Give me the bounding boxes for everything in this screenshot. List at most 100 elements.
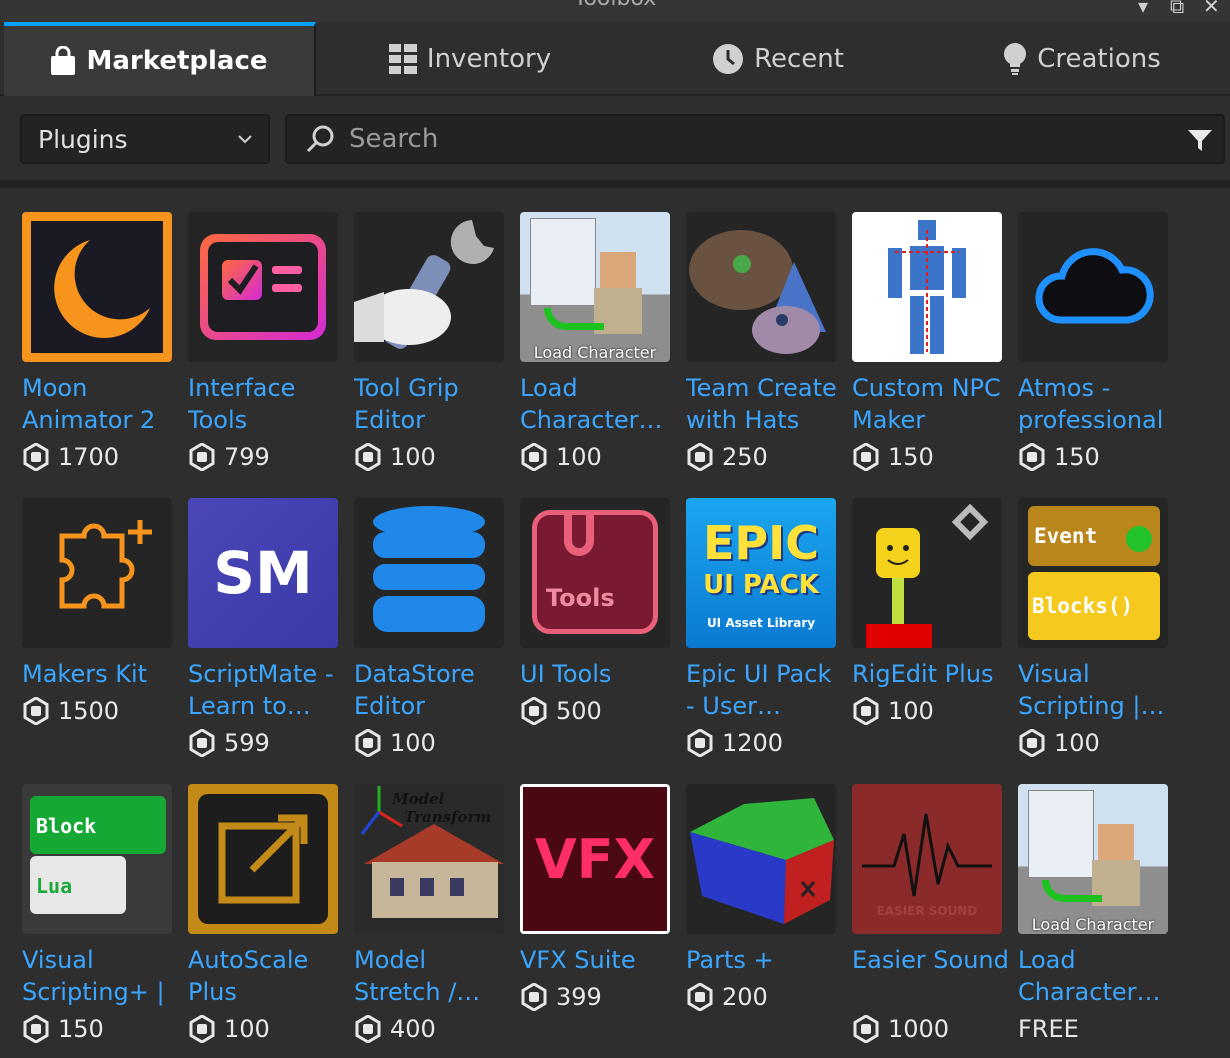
asset-tile[interactable]: EPIC UI PACK UI Asset Library Epic UI Pa… — [686, 498, 846, 758]
asset-name[interactable]: Atmos - professional — [1018, 372, 1176, 436]
asset-name[interactable]: Model Stretch /… — [354, 944, 512, 1008]
asset-price: FREE — [1018, 1014, 1178, 1044]
price-value: 100 — [390, 729, 436, 757]
asset-tile[interactable]: Interface Tools 799 — [188, 212, 348, 472]
tab-inventory[interactable]: Inventory — [318, 22, 622, 96]
asset-name[interactable]: Custom NPC Maker — [852, 372, 1010, 436]
popout-icon[interactable]: ⧉ — [1170, 0, 1184, 18]
asset-tile[interactable]: EASIER SOUND Easier Sound 1000 — [852, 784, 1012, 1044]
asset-price: 799 — [188, 442, 348, 472]
asset-name[interactable]: Moon Animator 2 — [22, 372, 180, 436]
dropdown-arrow-icon[interactable]: ▾ — [1138, 0, 1148, 18]
asset-price: 1500 — [22, 696, 182, 726]
robux-icon — [521, 697, 547, 725]
asset-price: 1000 — [852, 1014, 1012, 1044]
asset-tile[interactable]: Load Character Load Character… FREE — [1018, 784, 1178, 1044]
asset-tile[interactable]: Team Create with Hats 250 — [686, 212, 846, 472]
asset-name[interactable]: DataStore Editor — [354, 658, 512, 722]
tab-label: Inventory — [426, 44, 552, 74]
robux-icon — [687, 729, 713, 757]
asset-price: 200 — [686, 982, 846, 1012]
price-value: 1500 — [58, 697, 120, 725]
close-icon[interactable]: ✕ — [1203, 0, 1220, 18]
asset-name[interactable]: VFX Suite — [520, 944, 678, 976]
asset-tile[interactable]: Custom NPC Maker 150 — [852, 212, 1012, 472]
asset-price: 100 — [354, 728, 514, 758]
asset-name[interactable]: Load Character… — [520, 372, 678, 436]
asset-name[interactable]: ScriptMate - Learn to… — [188, 658, 346, 722]
asset-tile[interactable]: Parts + 200 — [686, 784, 846, 1012]
asset-name[interactable]: Easier Sound — [852, 944, 1010, 1008]
robux-icon — [853, 1015, 879, 1043]
category-selected: Plugins — [38, 124, 128, 154]
event-thumb-text: Event — [1034, 524, 1098, 548]
asset-name[interactable]: Epic UI Pack - User… — [686, 658, 844, 722]
asset-name[interactable]: Tool Grip Editor — [354, 372, 512, 436]
asset-price: 100 — [188, 1014, 348, 1044]
results-grid: Moon Animator 2 1700 Interface Tools 799 Too… — [0, 188, 1230, 1058]
price-value: 100 — [390, 443, 436, 471]
asset-tile[interactable]: VFX VFX Suite 399 — [520, 784, 680, 1012]
category-dropdown[interactable]: Plugins — [20, 114, 270, 164]
asset-tile[interactable]: Event Blocks() Visual Scripting |… 100 — [1018, 498, 1178, 758]
tab-bar: Marketplace Inventory Recent Creations — [0, 22, 1230, 96]
tab-marketplace[interactable]: Marketplace — [4, 22, 316, 96]
asset-name[interactable]: UI Tools — [520, 658, 678, 690]
asset-tile[interactable]: Tool Grip Editor 100 — [354, 212, 514, 472]
asset-name[interactable]: Visual Scripting |… — [1018, 658, 1176, 722]
asset-tile[interactable]: SM ScriptMate - Learn to… 599 — [188, 498, 348, 758]
asset-name[interactable]: RigEdit Plus — [852, 658, 1010, 690]
asset-name[interactable]: Load Character… — [1018, 944, 1176, 1008]
asset-name[interactable]: AutoScale Plus — [188, 944, 346, 1008]
robux-icon — [687, 983, 713, 1011]
robux-icon — [521, 443, 547, 471]
asset-tile[interactable]: DataStore Editor 100 — [354, 498, 514, 758]
transform-thumb-text: Transform — [404, 808, 492, 826]
asset-tile[interactable]: Tools UI Tools 500 — [520, 498, 680, 726]
asset-thumbnail — [852, 212, 1002, 362]
asset-tile[interactable]: Moon Animator 2 1700 — [22, 212, 182, 472]
asset-thumbnail — [22, 212, 172, 362]
robux-icon — [355, 443, 381, 471]
tab-creations[interactable]: Creations — [934, 22, 1230, 96]
asset-tile[interactable]: Load Character Load Character… 100 — [520, 212, 680, 472]
price-value: 500 — [556, 697, 602, 725]
asset-tile[interactable]: Block Lua Visual Scripting+ | 150 — [22, 784, 182, 1044]
tab-recent[interactable]: Recent — [622, 22, 934, 96]
filter-icon[interactable] — [1187, 128, 1213, 154]
asset-thumbnail: Event Blocks() — [1018, 498, 1168, 648]
asset-thumbnail: Tools — [520, 498, 670, 648]
search-input[interactable] — [349, 124, 1149, 154]
asset-tile[interactable]: AutoScale Plus 100 — [188, 784, 348, 1044]
asset-price: 100 — [852, 696, 1012, 726]
asset-name[interactable]: Parts + — [686, 944, 844, 976]
title-bar: Toolbox ▾ ⧉ ✕ — [0, 0, 1230, 22]
asset-thumbnail — [22, 498, 172, 648]
asset-thumbnail — [354, 498, 504, 648]
asset-name[interactable]: Interface Tools — [188, 372, 346, 436]
asset-thumbnail: Load Character — [1018, 784, 1168, 934]
asset-tile[interactable]: Model Transform Model Stretch /… 400 — [354, 784, 514, 1044]
asset-thumbnail — [188, 784, 338, 934]
robux-icon — [189, 443, 215, 471]
asset-thumbnail: Load Character — [520, 212, 670, 362]
asset-name[interactable]: Team Create with Hats — [686, 372, 844, 436]
robux-icon — [23, 443, 49, 471]
asset-tile[interactable]: RigEdit Plus 100 — [852, 498, 1012, 726]
clock-icon — [713, 44, 744, 74]
asset-tile[interactable]: Makers Kit 1500 — [22, 498, 182, 726]
robux-icon — [23, 697, 49, 725]
ui-pack-thumb-text: UI PACK — [703, 570, 819, 600]
robux-icon — [355, 729, 381, 757]
asset-thumbnail — [852, 498, 1002, 648]
asset-thumbnail: EPIC UI PACK UI Asset Library — [686, 498, 836, 648]
asset-tile[interactable]: Atmos - professional 150 — [1018, 212, 1178, 472]
price-value: FREE — [1018, 1015, 1079, 1043]
asset-thumbnail — [188, 212, 338, 362]
asset-name[interactable]: Visual Scripting+ | — [22, 944, 180, 1008]
robux-icon — [853, 443, 879, 471]
asset-name[interactable]: Makers Kit — [22, 658, 180, 690]
robux-icon — [189, 1015, 215, 1043]
robux-icon — [355, 1015, 381, 1043]
price-value: 100 — [556, 443, 602, 471]
